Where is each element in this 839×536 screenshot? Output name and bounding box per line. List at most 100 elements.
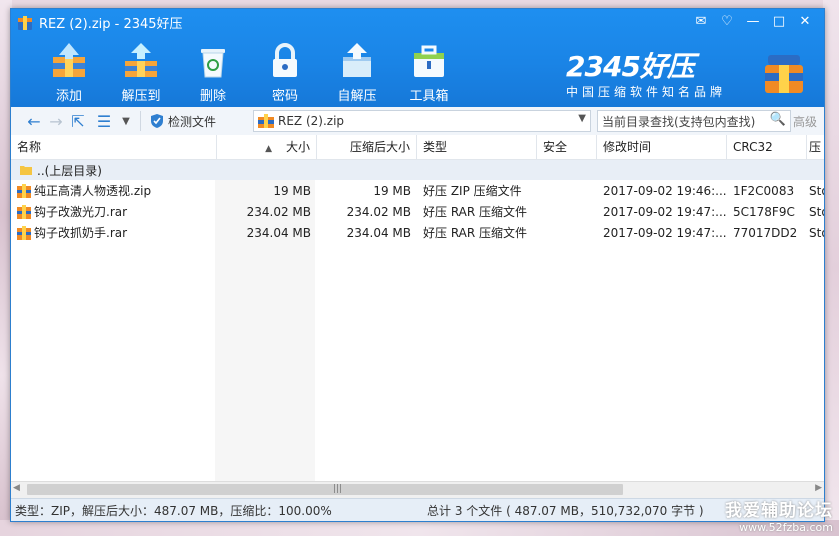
- path-field[interactable]: REZ (2).zip ▼: [253, 110, 591, 132]
- window-title: REZ (2).zip - 2345好压: [39, 17, 183, 32]
- file-name: 纯正高清人物透视.zip: [34, 184, 152, 198]
- column-packed-size[interactable]: 压缩后大小: [317, 135, 417, 159]
- scroll-left-icon[interactable]: ◀: [13, 483, 20, 493]
- advanced-search-link[interactable]: 高级: [793, 113, 817, 130]
- file-packed-size: 19 MB: [373, 183, 411, 198]
- column-size-label: 大小: [285, 140, 310, 154]
- table-row[interactable]: 纯正高清人物透视.zip 19 MB 19 MB 好压 ZIP 压缩文件 201…: [11, 180, 824, 201]
- desktop-background-bottom: [0, 520, 839, 536]
- parent-directory-label: ..(上层目录): [37, 163, 102, 178]
- brand-tagline: 中国压缩软件知名品牌: [566, 85, 727, 99]
- delete-label: 删除: [199, 89, 226, 104]
- column-type[interactable]: 类型: [417, 135, 537, 159]
- file-method: Sto: [809, 183, 824, 198]
- file-modified: 2017-09-02 19:46:...: [603, 183, 727, 198]
- address-bar: ← → ⇱ ☰ ▼ 检测文件 REZ (2).zip ▼ 当前目录查找(支持包内…: [11, 107, 824, 136]
- toolbox-button[interactable]: 工具箱: [393, 41, 465, 104]
- file-name-cell: 纯正高清人物透视.zip: [11, 182, 217, 199]
- check-files-label: 检测文件: [168, 114, 217, 129]
- forward-arrow-icon[interactable]: →: [45, 110, 67, 132]
- delete-button[interactable]: 删除: [177, 41, 249, 104]
- column-crc32[interactable]: CRC32: [727, 135, 807, 159]
- lock-icon: [273, 43, 297, 77]
- file-name-cell: 钩子改激光刀.rar: [11, 203, 217, 220]
- brand-archive-icon: [765, 55, 803, 93]
- view-dropdown-icon[interactable]: ▼: [115, 110, 137, 132]
- add-archive-icon: [53, 43, 85, 77]
- file-packed-size: 234.02 MB: [346, 204, 411, 219]
- password-button[interactable]: 密码: [249, 41, 321, 104]
- column-modified[interactable]: 修改时间: [597, 135, 727, 159]
- column-security[interactable]: 安全: [537, 135, 597, 159]
- search-input[interactable]: 当前目录查找(支持包内查找) 🔍: [597, 110, 791, 132]
- file-name-cell: 钩子改抓奶手.rar: [11, 224, 217, 241]
- column-method[interactable]: 压: [807, 135, 824, 159]
- toolbar-divider: [140, 111, 141, 131]
- path-text: REZ (2).zip: [278, 114, 345, 128]
- window-title-area: REZ (2).zip - 2345好压: [17, 13, 183, 32]
- zip-file-icon: [17, 183, 31, 198]
- window-controls: ✉ ♡ — □ ✕: [688, 11, 818, 31]
- self-extract-icon: [343, 43, 371, 77]
- scroll-right-icon[interactable]: ▶: [815, 483, 822, 493]
- search-placeholder: 当前目录查找(支持包内查找): [602, 114, 756, 129]
- horizontal-scrollbar[interactable]: ◀ ||| ▶: [11, 481, 824, 498]
- path-dropdown-icon[interactable]: ▼: [578, 113, 586, 124]
- self-extract-button[interactable]: 自解压: [321, 41, 393, 104]
- skin-icon[interactable]: ♡: [714, 11, 740, 31]
- table-row[interactable]: 钩子改抓奶手.rar 234.04 MB 234.04 MB 好压 RAR 压缩…: [11, 222, 824, 243]
- scroll-thumb[interactable]: |||: [27, 484, 623, 495]
- desktop-background-right: [823, 0, 839, 536]
- file-method: Sto: [809, 204, 824, 219]
- check-files-button[interactable]: 检测文件: [144, 113, 222, 130]
- file-type: 好压 ZIP 压缩文件: [423, 184, 522, 198]
- feedback-icon[interactable]: ✉: [688, 11, 714, 31]
- close-icon[interactable]: ✕: [792, 11, 818, 31]
- file-modified: 2017-09-02 19:47:...: [603, 204, 727, 219]
- recycle-bin-icon: [201, 49, 225, 78]
- minimize-icon[interactable]: —: [740, 11, 766, 31]
- search-icon[interactable]: 🔍: [770, 112, 786, 127]
- shield-icon: [151, 114, 163, 128]
- up-folder-icon[interactable]: ⇱: [67, 110, 89, 132]
- app-window: REZ (2).zip - 2345好压 ✉ ♡ — □ ✕ 添加 解压到 删除…: [10, 8, 825, 522]
- extract-to-icon: [125, 43, 157, 77]
- rar-file-icon: [17, 225, 31, 240]
- view-list-icon[interactable]: ☰: [93, 110, 115, 132]
- rar-file-icon: [17, 204, 31, 219]
- watermark-url: www.52fzba.com: [739, 521, 833, 534]
- extract-to-button[interactable]: 解压到: [105, 41, 177, 104]
- self-extract-label: 自解压: [337, 89, 377, 104]
- folder-icon: [20, 166, 32, 175]
- scroll-grip-icon: |||: [333, 484, 343, 494]
- app-logo-icon: [18, 15, 32, 30]
- column-size[interactable]: ▲ 大小: [217, 135, 317, 159]
- file-crc32: 1F2C0083: [733, 183, 795, 198]
- extract-to-label: 解压到: [121, 89, 161, 104]
- watermark: 我爱辅助论坛 www.52fzba.com: [725, 496, 833, 534]
- column-name[interactable]: 名称: [11, 135, 217, 159]
- file-size: 19 MB: [273, 183, 311, 198]
- file-list: 名称 ▲ 大小 压缩后大小 类型 安全 修改时间 CRC32 压 ..(上层目录)…: [11, 135, 824, 243]
- brand-name: 2345好压: [566, 50, 695, 83]
- file-rows: 纯正高清人物透视.zip 19 MB 19 MB 好压 ZIP 压缩文件 201…: [11, 180, 824, 243]
- table-row[interactable]: 钩子改激光刀.rar 234.02 MB 234.02 MB 好压 RAR 压缩…: [11, 201, 824, 222]
- file-name: 钩子改激光刀.rar: [34, 205, 128, 219]
- main-toolbar: 添加 解压到 删除 密码 自解压 工具箱: [33, 41, 465, 104]
- toolbox-icon: [414, 45, 444, 77]
- add-label: 添加: [55, 89, 82, 104]
- file-crc32: 5C178F9C: [733, 204, 795, 219]
- maximize-icon[interactable]: □: [766, 11, 792, 31]
- status-total-info: 总计 3 个文件 ( 487.07 MB，510,732,070 字节 ): [427, 504, 704, 518]
- file-type: 好压 RAR 压缩文件: [423, 205, 528, 219]
- file-modified: 2017-09-02 19:47:...: [603, 225, 727, 240]
- file-crc32: 77017DD2: [733, 225, 798, 240]
- back-arrow-icon[interactable]: ←: [23, 110, 45, 132]
- status-archive-info: 类型：ZIP，解压后大小：487.07 MB，压缩比：100.00%: [15, 504, 332, 518]
- parent-directory-row[interactable]: ..(上层目录): [11, 160, 824, 180]
- add-button[interactable]: 添加: [33, 41, 105, 104]
- file-size: 234.04 MB: [246, 225, 311, 240]
- password-label: 密码: [271, 89, 298, 104]
- file-list-header: 名称 ▲ 大小 压缩后大小 类型 安全 修改时间 CRC32 压: [11, 135, 824, 160]
- sort-up-icon: ▲: [265, 144, 272, 154]
